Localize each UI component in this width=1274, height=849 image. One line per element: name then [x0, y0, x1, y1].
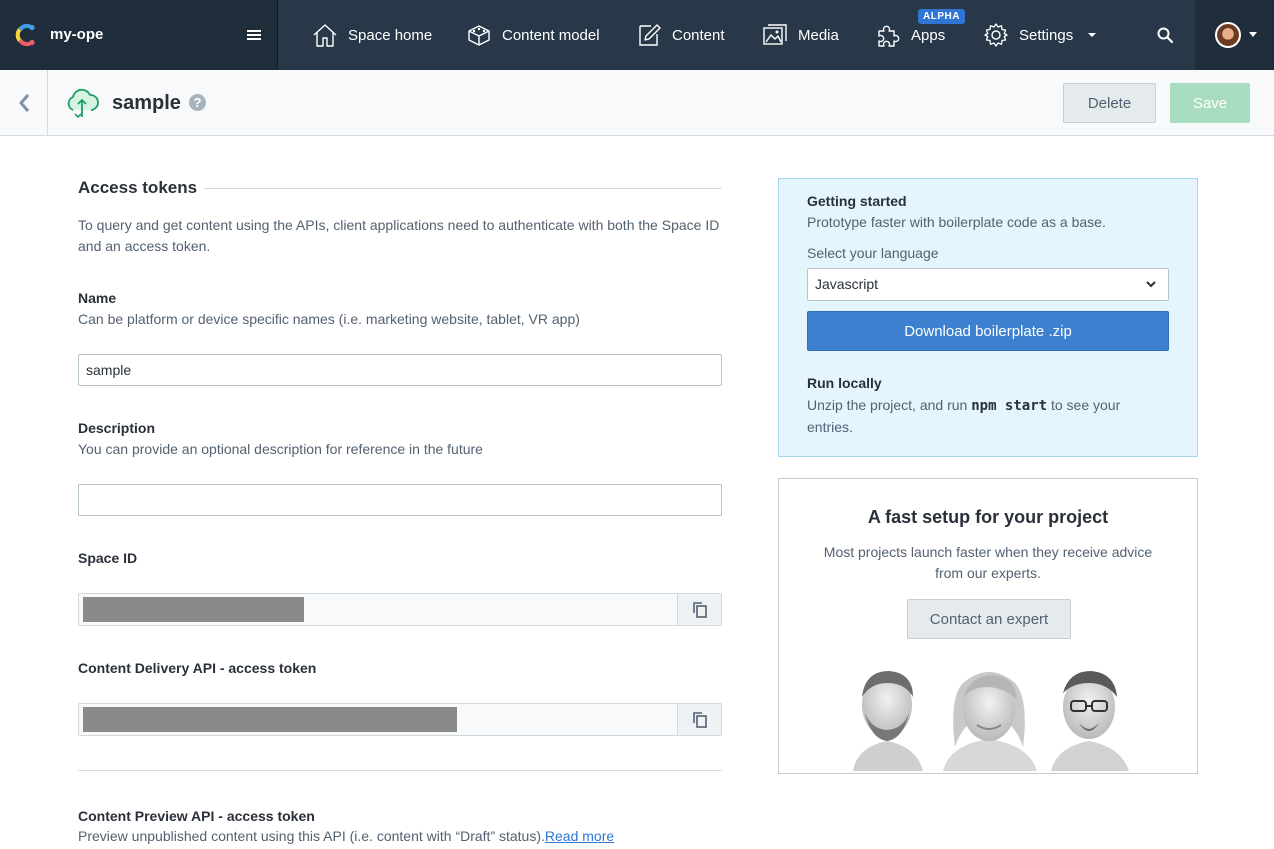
expert-description: Most projects launch faster when they re… — [823, 544, 1153, 581]
nav-content-model[interactable]: Content model — [466, 0, 600, 70]
chevron-left-icon — [19, 94, 29, 112]
section-divider — [78, 770, 722, 771]
section-divider — [204, 188, 722, 189]
top-navigation: my-ope Space home Content model Content — [0, 0, 1274, 70]
copy-button[interactable] — [677, 704, 721, 735]
media-icon — [763, 24, 787, 45]
avatar — [1215, 22, 1241, 48]
gear-icon — [984, 23, 1008, 47]
copy-icon — [692, 711, 707, 728]
space-name: my-ope — [50, 26, 104, 43]
space-id-field[interactable] — [78, 593, 722, 626]
nav-space-home[interactable]: Space home — [312, 0, 432, 70]
nav-media[interactable]: Media — [762, 0, 839, 70]
cpa-token-label: Content Preview API - access token — [78, 808, 315, 824]
nav-label: Settings — [1019, 26, 1074, 44]
redacted-value — [83, 597, 304, 622]
nav-label: Media — [798, 26, 839, 44]
chevron-down-icon — [1146, 281, 1156, 288]
description-help: You can provide an optional description … — [78, 441, 483, 457]
expert-panel: A fast setup for your project Most proje… — [778, 478, 1198, 774]
caret-down-icon — [1249, 32, 1257, 37]
getting-started-subtitle: Prototype faster with boilerplate code a… — [807, 214, 1106, 230]
cda-token-label: Content Delivery API - access token — [78, 660, 317, 676]
name-help: Can be platform or device specific names… — [78, 311, 580, 327]
description-input[interactable] — [78, 484, 722, 516]
cpa-token-help: Preview unpublished content using this A… — [78, 828, 614, 844]
getting-started-title: Getting started — [807, 193, 907, 209]
cda-token-field[interactable] — [78, 703, 722, 736]
puzzle-icon — [878, 25, 900, 47]
run-command: npm start — [971, 398, 1048, 414]
run-text-pre: Unzip the project, and run — [807, 397, 972, 413]
delete-button[interactable]: Delete — [1063, 83, 1156, 123]
back-button[interactable] — [0, 70, 48, 136]
getting-started-panel: Getting started Prototype faster with bo… — [778, 178, 1198, 457]
search-icon[interactable] — [1156, 26, 1174, 44]
hamburger-menu-icon[interactable] — [244, 26, 264, 44]
name-label: Name — [78, 290, 117, 306]
redacted-value — [83, 707, 457, 732]
contact-expert-button[interactable]: Contact an expert — [907, 599, 1071, 639]
nav-label: Space home — [348, 26, 433, 44]
nav-label: Content — [672, 26, 725, 44]
content-model-icon — [468, 25, 490, 46]
cloud-sync-icon — [67, 88, 99, 119]
experts-portrait-image — [853, 671, 1129, 771]
language-label: Select your language — [807, 245, 939, 261]
contentful-logo-icon — [15, 23, 35, 47]
copy-icon — [692, 601, 707, 618]
space-id-label: Space ID — [78, 550, 138, 566]
language-value: Javascript — [815, 276, 879, 292]
content-edit-icon — [639, 24, 661, 46]
home-icon — [313, 24, 337, 47]
run-locally-text: Unzip the project, and run npm start to … — [807, 395, 1167, 438]
nav-settings[interactable]: Settings — [983, 0, 1097, 70]
cpa-help-text: Preview unpublished content using this A… — [78, 828, 545, 844]
alpha-badge: ALPHA — [918, 9, 965, 24]
account-menu[interactable] — [1195, 0, 1274, 70]
name-input[interactable]: sample — [78, 354, 722, 386]
nav-label: Apps — [911, 26, 946, 44]
run-locally-title: Run locally — [807, 375, 882, 391]
description-label: Description — [78, 420, 156, 436]
nav-label: Content model — [502, 26, 600, 44]
save-button[interactable]: Save — [1170, 83, 1250, 123]
space-switcher[interactable]: my-ope — [0, 0, 278, 70]
help-icon[interactable]: ? — [189, 94, 206, 111]
expert-title: A fast setup for your project — [867, 507, 1109, 527]
intro-text: To query and get content using the APIs,… — [78, 217, 720, 254]
read-more-link[interactable]: Read more — [545, 828, 614, 844]
page-header: sample ? Delete Save — [0, 70, 1274, 136]
download-boilerplate-button[interactable]: Download boilerplate .zip — [807, 311, 1169, 351]
caret-down-icon — [1088, 33, 1097, 37]
page-title: sample — [112, 92, 181, 114]
language-select[interactable]: Javascript — [807, 268, 1169, 301]
section-title: Access tokens — [78, 178, 198, 197]
nav-content[interactable]: Content — [636, 0, 725, 70]
copy-button[interactable] — [677, 594, 721, 625]
